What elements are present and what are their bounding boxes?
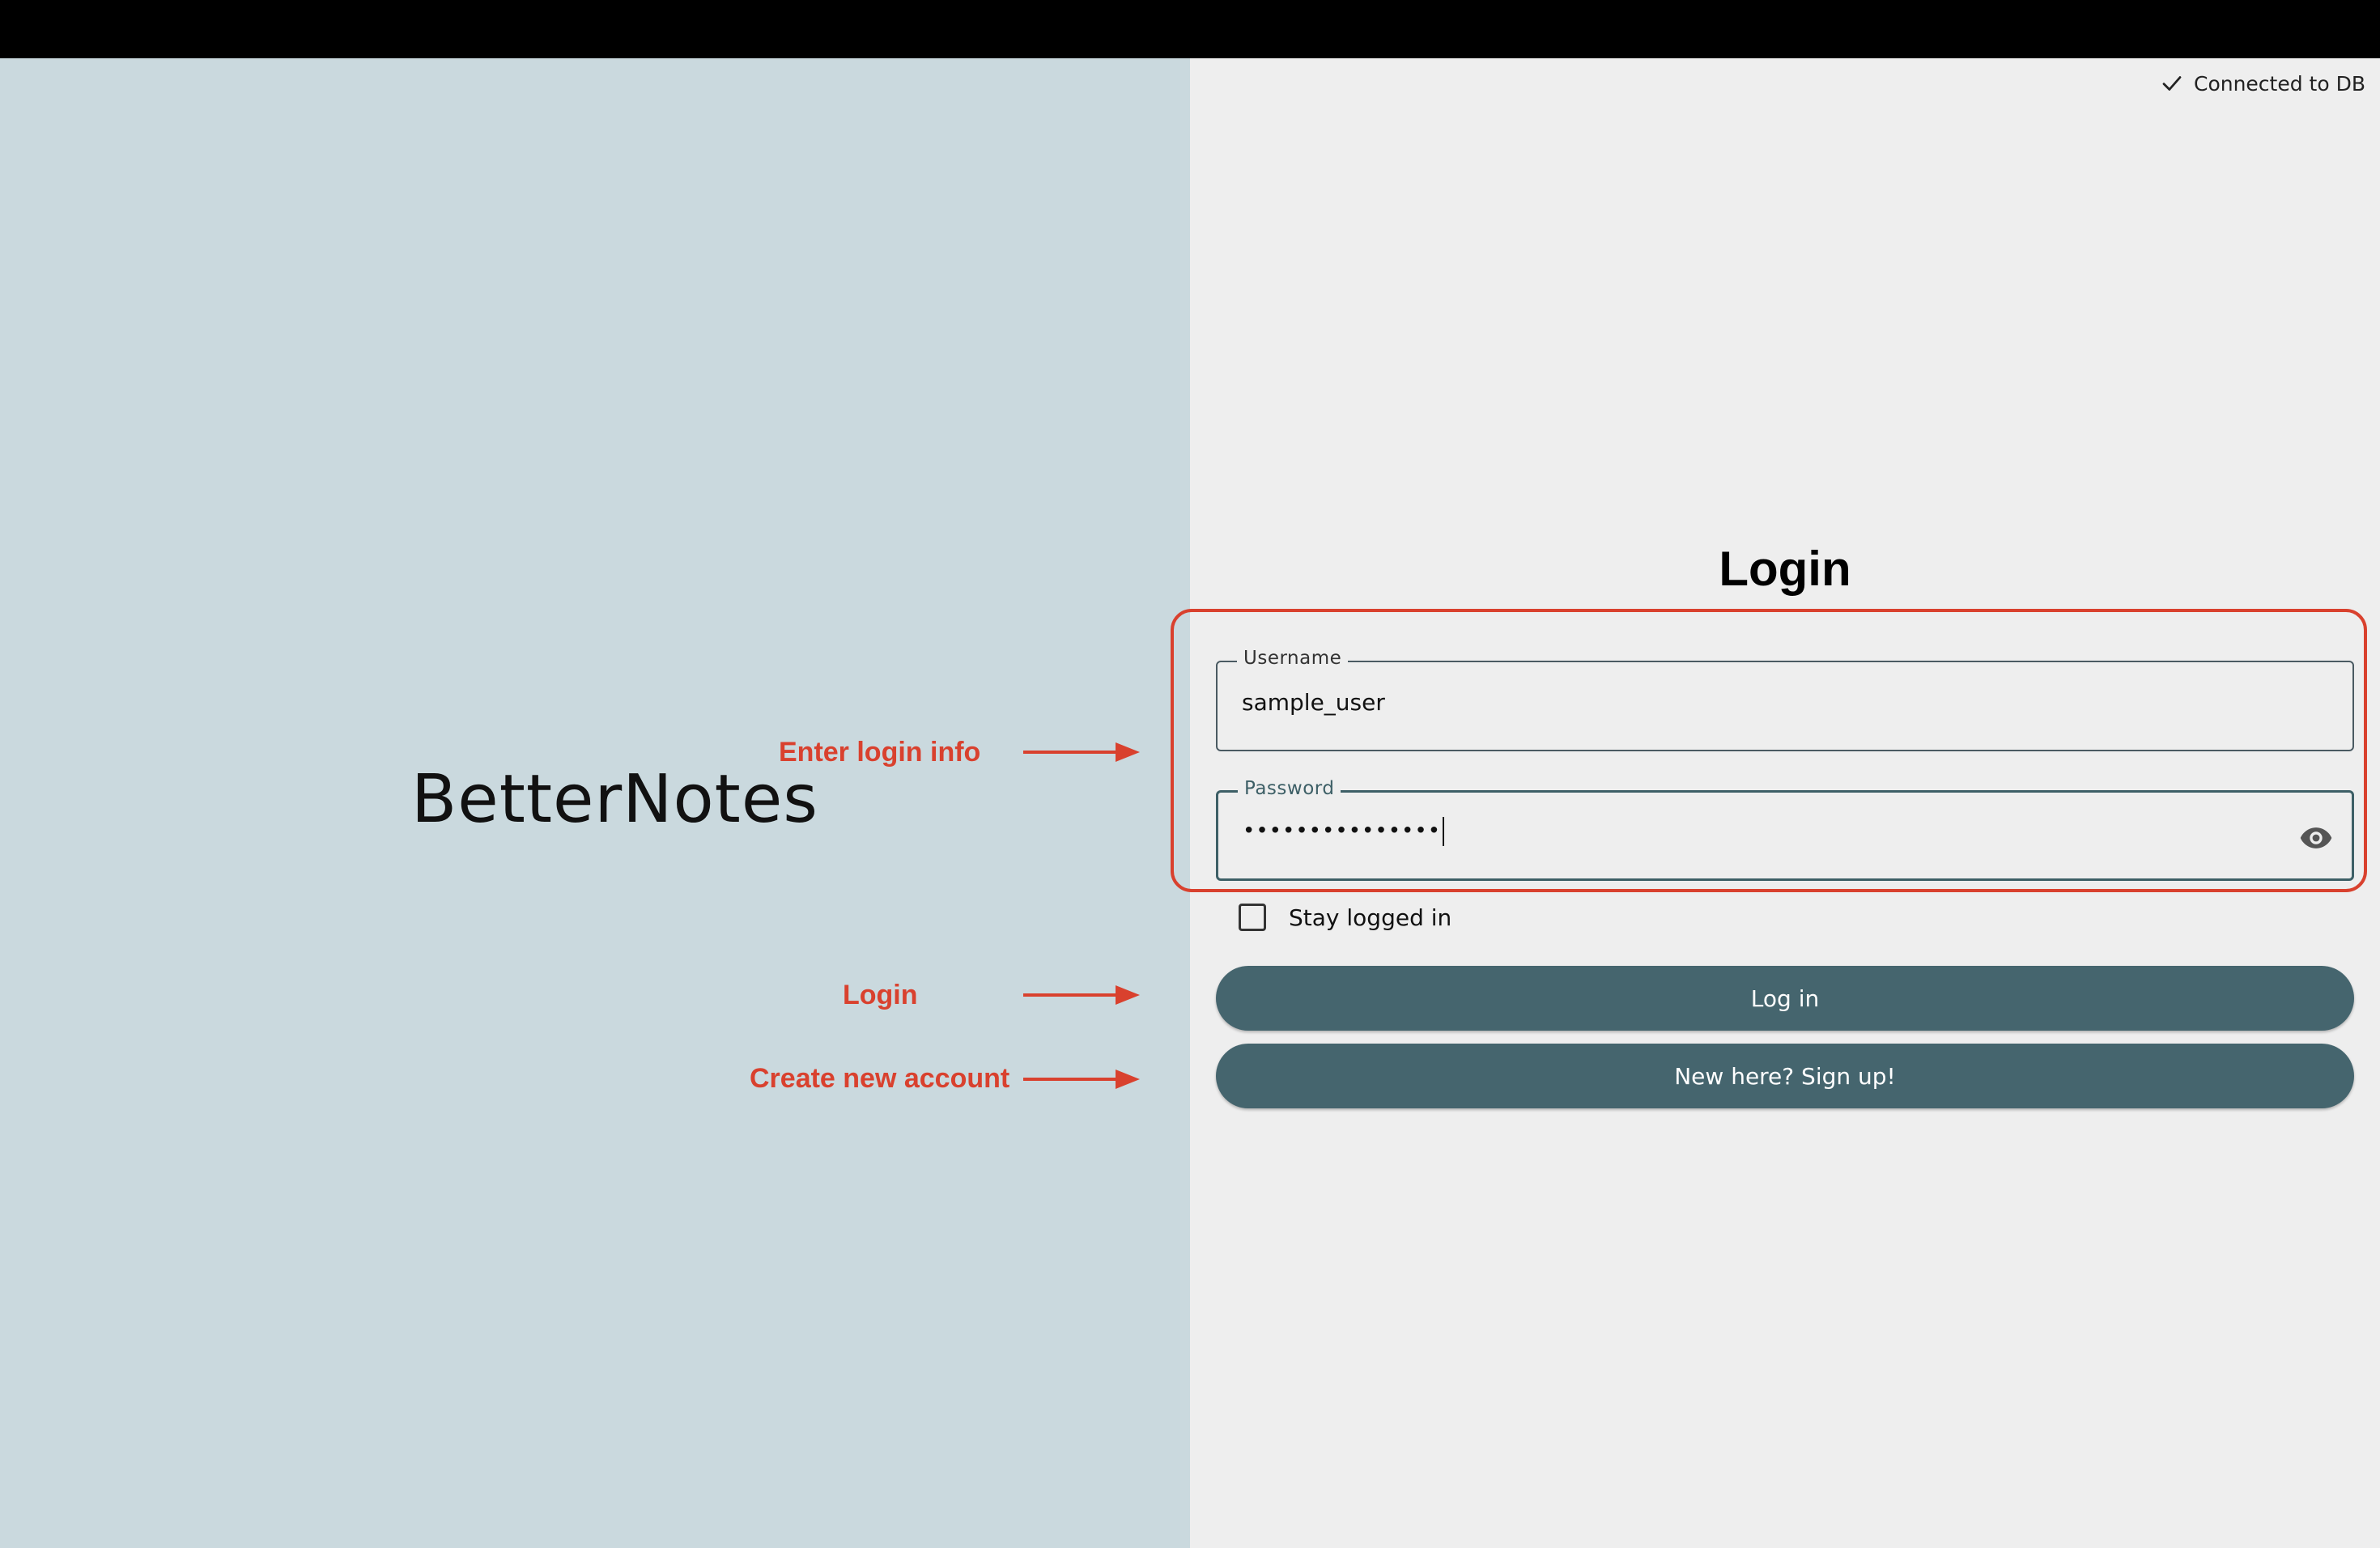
password-label: Password	[1238, 778, 1341, 799]
annotation-enter-login-info: Enter login info	[779, 737, 981, 768]
app-name: BetterNotes	[411, 761, 818, 838]
stay-logged-in-checkbox[interactable]	[1239, 904, 1266, 931]
signup-button[interactable]: New here? Sign up!	[1216, 1044, 2354, 1108]
annotation-login: Login	[843, 980, 918, 1010]
annotation-arrow-icon	[1023, 985, 1140, 1005]
username-field[interactable]: Username sample_user	[1216, 648, 2354, 751]
login-button[interactable]: Log in	[1216, 966, 2354, 1031]
db-status-text: Connected to DB	[2193, 71, 2365, 96]
eye-icon[interactable]	[2298, 820, 2334, 856]
username-input[interactable]: sample_user	[1242, 689, 1385, 716]
db-status: Connected to DB	[2160, 71, 2365, 96]
password-masked-value: •••••••••••••••	[1243, 819, 1442, 844]
password-input[interactable]: •••••••••••••••	[1243, 817, 1445, 846]
username-label: Username	[1237, 648, 1349, 669]
annotation-arrow-icon	[1023, 1070, 1140, 1089]
password-field[interactable]: Password •••••••••••••••	[1216, 778, 2354, 881]
top-bar	[0, 0, 2380, 58]
stay-logged-in-row: Stay logged in	[1239, 904, 1451, 931]
text-caret	[1443, 817, 1445, 846]
stay-logged-in-label: Stay logged in	[1289, 904, 1452, 931]
annotation-create-account: Create new account	[750, 1063, 1010, 1094]
annotation-arrow-icon	[1023, 742, 1140, 762]
checkmark-icon	[2162, 76, 2182, 91]
login-title: Login	[1719, 542, 1851, 596]
